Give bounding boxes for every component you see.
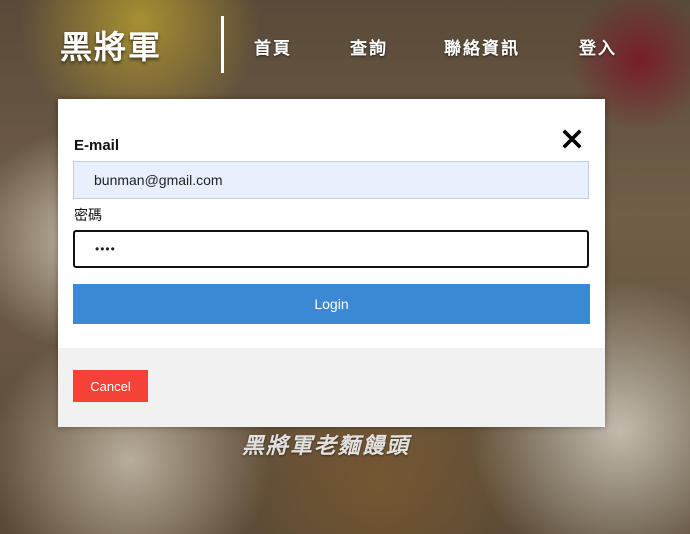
nav-item-login[interactable]: 登入 [579,34,617,59]
login-button[interactable]: Login [73,284,590,324]
brand-logo[interactable]: 黑將軍 [60,22,162,68]
modal-footer: Cancel [58,348,605,427]
cancel-button[interactable]: Cancel [73,370,148,402]
nav-item-contact[interactable]: 聯絡資訊 [444,34,520,59]
login-modal: E-mail 密碼 Login Cancel [58,99,605,427]
nav-divider [221,16,224,73]
nav-item-home[interactable]: 首頁 [254,34,292,59]
close-icon[interactable] [560,127,584,151]
password-field[interactable] [73,230,589,268]
password-label: 密碼 [74,208,102,224]
hero-watermark: 黑將軍老麵饅頭 [242,433,411,459]
email-field[interactable] [73,161,589,199]
navbar: 黑將軍 首頁 查詢 聯絡資訊 登入 [0,0,690,92]
nav-item-search[interactable]: 查詢 [350,34,388,59]
email-label: E-mail [74,137,120,154]
